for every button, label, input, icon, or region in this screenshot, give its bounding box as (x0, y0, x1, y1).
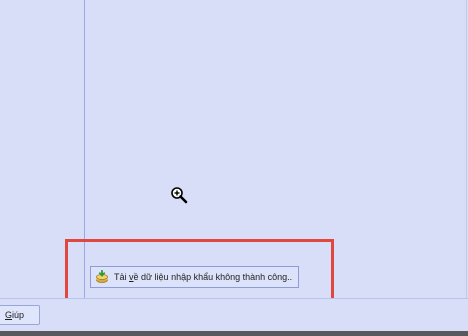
help-label: iúp (12, 310, 25, 320)
scrollbar-edge (466, 0, 467, 298)
bottom-button-bar: Giúp (0, 298, 468, 332)
help-mnemonic: G (5, 310, 13, 320)
taskbar-edge (0, 331, 468, 336)
zoom-in-cursor-icon (171, 187, 188, 204)
help-button[interactable]: Giúp (0, 305, 40, 325)
